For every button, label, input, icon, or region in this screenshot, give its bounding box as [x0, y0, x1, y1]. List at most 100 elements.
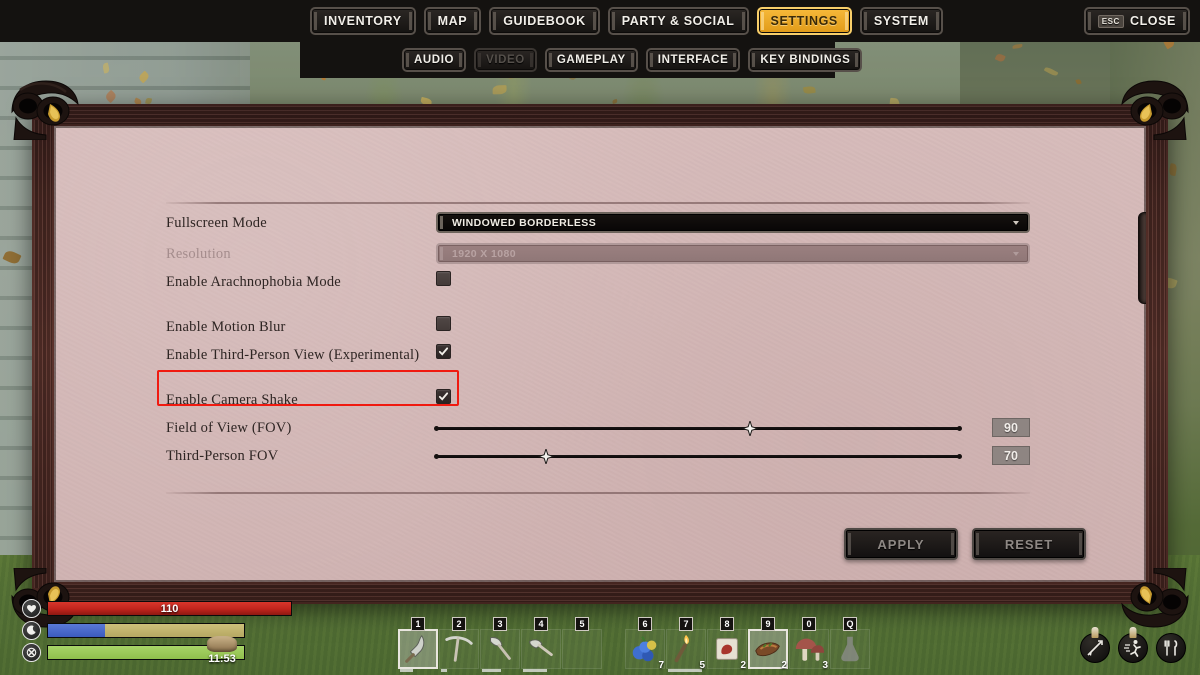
hotbar-slot-8[interactable]: 82 [707, 617, 747, 673]
moon-icon [22, 621, 41, 640]
main-tab-label: INVENTORY [324, 14, 402, 28]
sub-tab-label: VIDEO [486, 54, 525, 66]
third-person-fov-slider[interactable]: 70 [434, 446, 1030, 466]
settings-scrollbar[interactable] [1138, 212, 1146, 502]
hotbar-slot-key: 4 [534, 617, 548, 631]
resolution-value: 1920 X 1080 [452, 247, 516, 260]
hotbar-slot-quantity: 2 [781, 660, 787, 671]
hotbar-slot-Q[interactable]: Q [830, 617, 870, 673]
motion-blur-checkbox[interactable] [436, 316, 451, 331]
apply-button-label: APPLY [877, 536, 925, 552]
setting-row-camera-shake: Enable Camera Shake [166, 389, 1030, 417]
hotbar-slot-key: 7 [679, 617, 693, 631]
flask-icon [832, 631, 868, 667]
hotbar-slot-5[interactable]: 5 [562, 617, 602, 673]
sun-icon [207, 636, 237, 652]
third-person-fov-slider-thumb[interactable] [536, 447, 556, 466]
main-tab-guidebook[interactable]: GUIDEBOOK [489, 7, 600, 35]
main-tab-map[interactable]: MAP [423, 7, 482, 35]
fov-slider-thumb[interactable] [741, 419, 760, 438]
resolution-dropdown: 1920 X 1080 [436, 243, 1030, 264]
main-tab-system[interactable]: SYSTEM [859, 7, 943, 35]
setting-row-fov: Field of View (FOV) 90 [166, 417, 1030, 445]
hunger-stat [22, 643, 292, 662]
main-tab-label: SETTINGS [770, 14, 838, 28]
sub-tab-key-bindings[interactable]: KEY BINDINGS [748, 48, 863, 72]
spear-icon [400, 631, 436, 667]
camera-shake-checkbox[interactable] [436, 389, 451, 404]
main-tab-settings[interactable]: SETTINGS [756, 7, 852, 35]
bow-icon-plume [1091, 627, 1099, 638]
health-value: 110 [160, 602, 179, 615]
label-third-person-view: Enable Third-Person View (Experimental) [166, 347, 420, 363]
label-camera-shake: Enable Camera Shake [166, 392, 298, 408]
main-tab-label: PARTY & SOCIAL [621, 14, 735, 28]
health-bar: 110 [47, 601, 292, 616]
label-fov: Field of View (FOV) [166, 420, 292, 436]
arachnophobia-checkbox[interactable] [436, 271, 451, 286]
fov-slider-track[interactable] [434, 426, 962, 431]
third-person-view-checkbox[interactable] [436, 344, 451, 359]
hotbar-slot-key: 8 [720, 617, 734, 631]
fov-slider[interactable]: 90 [434, 418, 1030, 438]
hotbar-slot-2[interactable]: 2 [439, 617, 479, 673]
hunger-icon [22, 643, 41, 662]
sub-tab-interface[interactable]: INTERFACE [645, 48, 741, 72]
label-fullscreen-mode: Fullscreen Mode [166, 215, 267, 231]
setting-row-fullscreen-mode: Fullscreen Mode WINDOWED BORDERLESS [166, 212, 1030, 243]
scrollbar-thumb[interactable] [1138, 212, 1146, 304]
sub-tab-audio[interactable]: AUDIO [402, 48, 467, 72]
setting-row-third-person-view: Enable Third-Person View (Experimental) [166, 344, 1030, 389]
chevron-down-icon [1013, 220, 1019, 225]
hotbar: 123456775829203Q [398, 617, 871, 673]
hotbar-slot-0[interactable]: 03 [789, 617, 829, 673]
third-person-fov-slider-track[interactable] [434, 454, 962, 459]
hotbar-slot-6[interactable]: 67 [625, 617, 665, 673]
bow-icon[interactable] [1080, 627, 1110, 663]
main-tab-inventory[interactable]: INVENTORY [310, 7, 416, 35]
main-tab-label: SYSTEM [873, 14, 929, 28]
hotbar-slot-9[interactable]: 92 [748, 617, 788, 673]
settings-content: Fullscreen Mode WINDOWED BORDERLESS Reso… [54, 126, 1146, 582]
eat-icon[interactable] [1156, 633, 1186, 663]
main-tab-label: GUIDEBOOK [503, 14, 586, 28]
sprint-icon[interactable] [1118, 627, 1148, 663]
hotbar-slot-key: 1 [411, 617, 425, 631]
hotbar-slot-key: 2 [452, 617, 466, 631]
sub-tab-label: KEY BINDINGS [760, 54, 851, 66]
hotbar-slot-durability [523, 669, 547, 672]
axe-icon [482, 631, 518, 667]
hotbar-slot-key: 3 [493, 617, 507, 631]
player-stat-bars: 110 [22, 599, 292, 665]
label-arachnophobia: Enable Arachnophobia Mode [166, 274, 341, 290]
hotbar-slot-durability [482, 669, 502, 672]
hotbar-slot-3[interactable]: 3 [480, 617, 520, 673]
hotbar-slot-key: 6 [638, 617, 652, 631]
reset-button[interactable]: RESET [972, 528, 1086, 560]
sub-tab-list: AUDIO VIDEO GAMEPLAY INTERFACE KEY BINDINGS [402, 42, 863, 78]
setting-row-motion-blur: Enable Motion Blur [166, 316, 1030, 344]
esc-key-hint: ESC [1097, 14, 1124, 28]
settings-panel: Fullscreen Mode WINDOWED BORDERLESS Reso… [11, 80, 1189, 628]
label-resolution: Resolution [166, 246, 231, 262]
apply-button[interactable]: APPLY [844, 528, 958, 560]
label-motion-blur: Enable Motion Blur [166, 319, 286, 335]
hotbar-slot-key: 9 [761, 617, 775, 631]
reset-button-label: RESET [1004, 536, 1054, 552]
close-button-label: CLOSE [1129, 14, 1176, 28]
health-stat: 110 [22, 599, 292, 618]
hotbar-slot-1[interactable]: 1 [398, 617, 438, 673]
hotbar-slot-4[interactable]: 4 [521, 617, 561, 673]
game-hud: 110 11:53 123456775829203Q [0, 599, 1200, 675]
sub-tab-gameplay[interactable]: GAMEPLAY [544, 48, 638, 72]
sub-tab-label: GAMEPLAY [556, 54, 626, 66]
fullscreen-mode-dropdown[interactable]: WINDOWED BORDERLESS [436, 212, 1030, 233]
hotbar-slot-7[interactable]: 75 [666, 617, 706, 673]
sub-tab-video: VIDEO [474, 48, 537, 72]
divider-top [166, 202, 1030, 204]
main-tab-party-social[interactable]: PARTY & SOCIAL [607, 7, 749, 35]
sub-tab-label: INTERFACE [657, 54, 729, 66]
setting-row-arachnophobia: Enable Arachnophobia Mode [166, 271, 1030, 316]
hud-action-icons [1080, 627, 1186, 663]
close-button[interactable]: ESC CLOSE [1083, 7, 1190, 35]
